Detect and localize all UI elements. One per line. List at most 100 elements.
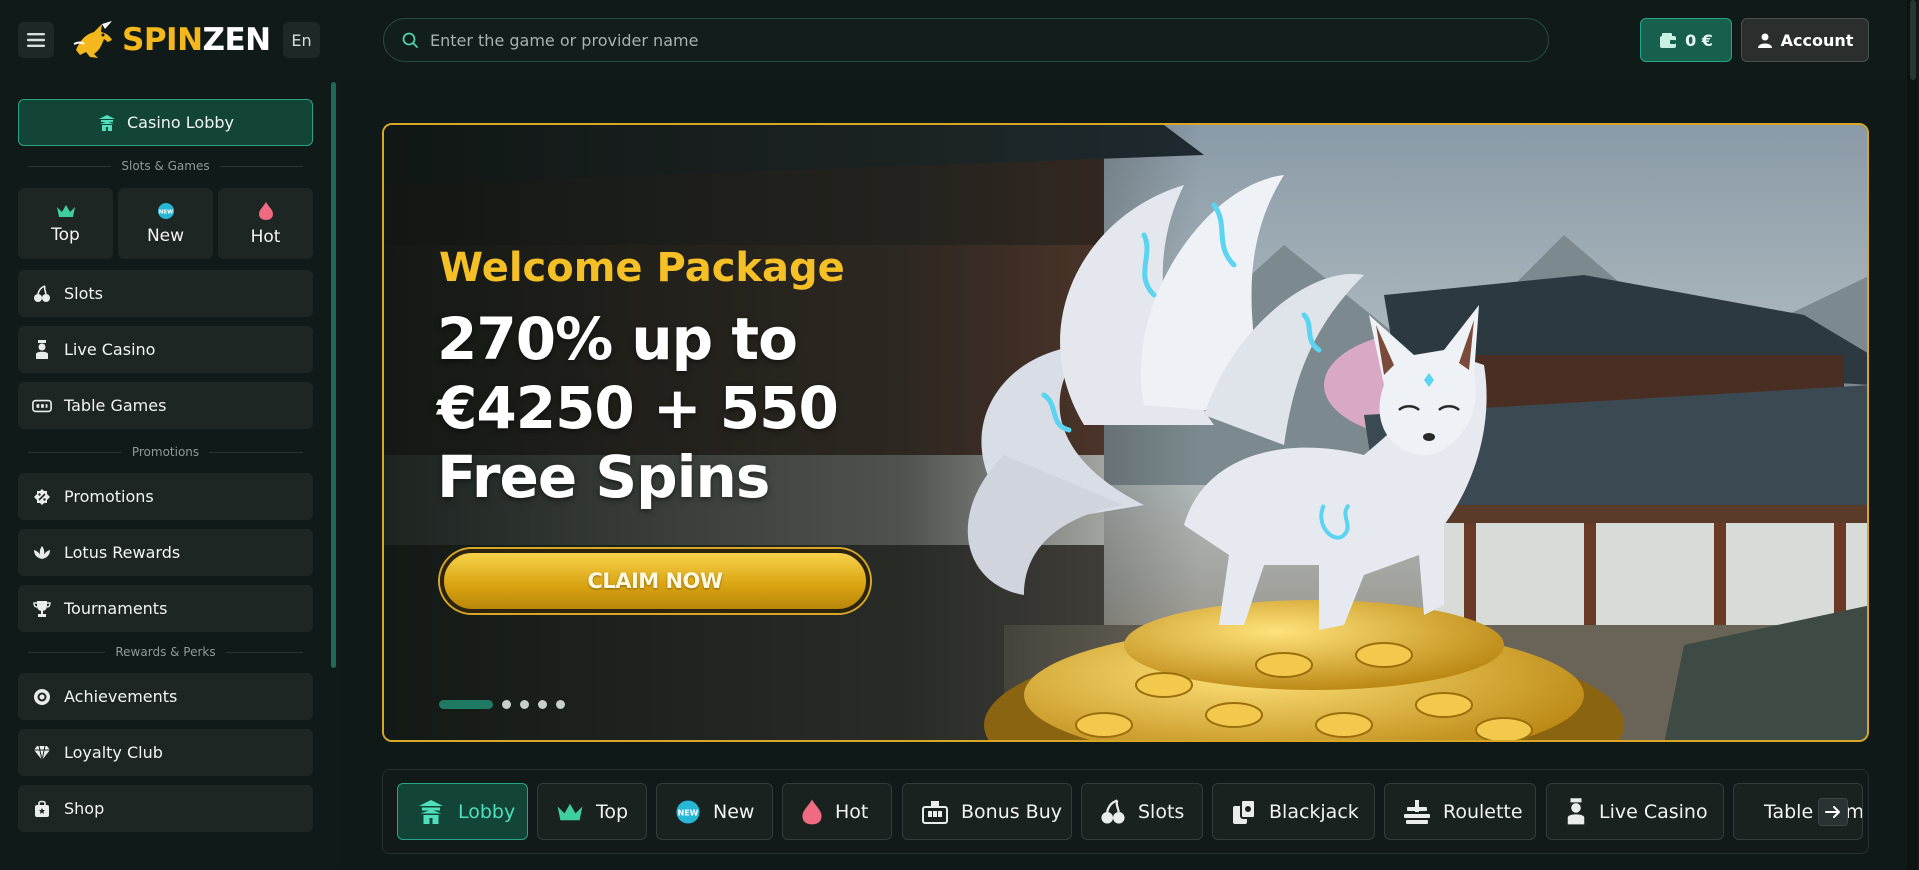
roulette-icon xyxy=(1404,799,1430,824)
search-bar[interactable] xyxy=(383,18,1549,62)
carousel-dot[interactable] xyxy=(520,700,529,709)
page-scrollbar[interactable] xyxy=(1907,0,1917,870)
carousel-dot[interactable] xyxy=(502,700,511,709)
claim-now-button[interactable]: CLAIM NOW xyxy=(440,549,870,613)
headline-line: 270% up to xyxy=(437,305,798,373)
section-divider-promotions: Promotions xyxy=(28,445,303,459)
sidebar-item-lotus-rewards[interactable]: Lotus Rewards xyxy=(18,529,313,576)
pagoda-icon xyxy=(419,799,443,824)
cherries-icon xyxy=(1101,798,1125,824)
svg-text:NEW: NEW xyxy=(678,808,699,817)
sidebar-item-promotions[interactable]: Promotions xyxy=(18,473,313,520)
sidebar-item-tournaments[interactable]: Tournaments xyxy=(18,585,313,632)
category-bar: Lobby Top NEW New Hot Bonus Buy Slots Bl… xyxy=(382,769,1869,854)
hamburger-icon xyxy=(27,33,45,47)
scroll-right-button[interactable] xyxy=(1818,798,1848,826)
category-label: Top xyxy=(596,800,629,823)
category-hot[interactable]: Hot xyxy=(782,783,892,840)
sidebar-item-label: Casino Lobby xyxy=(127,113,234,132)
section-label: Rewards & Perks xyxy=(115,645,216,659)
shop-bag-icon xyxy=(35,800,49,817)
sidebar-item-table-games[interactable]: Table Games xyxy=(18,382,313,429)
category-top[interactable]: Top xyxy=(537,783,647,840)
sidebar-item-label: Achievements xyxy=(64,687,178,706)
new-badge-icon: NEW xyxy=(676,799,700,824)
banner-subtitle: Welcome Package xyxy=(439,245,845,291)
fire-icon xyxy=(258,201,273,220)
category-slots[interactable]: Slots xyxy=(1081,783,1203,840)
logo[interactable]: SPINZEN xyxy=(72,20,271,60)
sidebar-item-live-casino[interactable]: Live Casino xyxy=(18,326,313,373)
headline-line: €4250 + 550 xyxy=(437,374,839,442)
balance-amount: 0 € xyxy=(1685,30,1713,50)
sidebar-item-label: Loyalty Club xyxy=(64,743,163,762)
category-new[interactable]: NEW New xyxy=(656,783,773,840)
tile-label: New xyxy=(146,225,185,246)
language-selector[interactable]: En xyxy=(283,22,320,58)
search-input[interactable] xyxy=(430,30,1510,50)
carousel-dots xyxy=(439,700,565,709)
crown-icon xyxy=(56,204,75,217)
arrow-right-icon xyxy=(1825,806,1840,818)
sidebar-tile-top[interactable]: Top xyxy=(18,188,113,259)
cards-icon xyxy=(1233,798,1256,824)
dealer-icon xyxy=(1567,797,1585,824)
search-icon xyxy=(402,32,418,48)
medal-icon xyxy=(34,688,50,705)
section-divider-slots: Slots & Games xyxy=(28,159,303,173)
svg-text:NEW: NEW xyxy=(158,209,172,215)
sidebar-tile-new[interactable]: NEW New xyxy=(118,188,213,259)
category-label: New xyxy=(713,800,755,823)
category-lobby[interactable]: Lobby xyxy=(397,783,528,840)
lotus-icon xyxy=(34,545,50,559)
section-label: Promotions xyxy=(131,445,200,459)
diamond-icon xyxy=(34,745,50,760)
sidebar-scrollbar[interactable] xyxy=(331,82,336,668)
account-button[interactable]: Account xyxy=(1741,18,1869,62)
sidebar-item-label: Tournaments xyxy=(64,599,168,618)
balance-button[interactable]: 0 € xyxy=(1640,18,1732,62)
menu-button[interactable] xyxy=(18,22,54,58)
carousel-dot[interactable] xyxy=(556,700,565,709)
sidebar-item-loyalty-club[interactable]: Loyalty Club xyxy=(18,729,313,776)
crown-icon xyxy=(557,803,583,820)
pagoda-icon xyxy=(99,114,115,131)
banner-headline: 270% up to €4250 + 550 Free Spins xyxy=(437,305,857,512)
logo-text-spin: SPIN xyxy=(122,22,203,58)
logo-text-zen: ZEN xyxy=(202,22,272,58)
trophy-icon xyxy=(33,600,51,617)
wallet-icon xyxy=(1660,33,1677,48)
category-label: Bonus Buy xyxy=(961,800,1063,823)
category-label: Blackjack xyxy=(1269,800,1359,823)
tile-label: Top xyxy=(51,224,80,245)
fire-icon xyxy=(802,799,822,824)
category-label: Live Casino xyxy=(1599,800,1708,823)
sidebar-item-label: Live Casino xyxy=(64,340,156,359)
sidebar-tile-hot[interactable]: Hot xyxy=(218,188,313,259)
category-roulette[interactable]: Roulette xyxy=(1384,783,1536,840)
sidebar-item-label: Slots xyxy=(64,284,103,303)
top-header: SPINZEN En 0 € Account xyxy=(0,0,1919,80)
promo-banner[interactable]: Welcome Package 270% up to €4250 + 550 F… xyxy=(382,123,1869,742)
sidebar-item-shop[interactable]: Shop xyxy=(18,785,313,832)
dealer-icon xyxy=(36,339,48,359)
page-scrollbar-thumb[interactable] xyxy=(1910,0,1916,80)
category-label: Table Games xyxy=(1764,800,1862,823)
sidebar-item-casino-lobby[interactable]: Casino Lobby xyxy=(18,99,313,146)
table-icon xyxy=(32,399,52,412)
percent-icon xyxy=(34,488,50,505)
category-bonus-buy[interactable]: Bonus Buy xyxy=(902,783,1072,840)
sidebar-item-achievements[interactable]: Achievements xyxy=(18,673,313,720)
sidebar-item-slots[interactable]: Slots xyxy=(18,270,313,317)
section-divider-rewards: Rewards & Perks xyxy=(28,645,304,659)
category-live-casino[interactable]: Live Casino xyxy=(1546,783,1724,840)
section-label: Slots & Games xyxy=(121,159,210,173)
carousel-dot-active[interactable] xyxy=(439,700,493,709)
category-blackjack[interactable]: Blackjack xyxy=(1212,783,1375,840)
sidebar-item-label: Promotions xyxy=(64,487,154,506)
category-label: Lobby xyxy=(458,800,516,823)
carousel-dot[interactable] xyxy=(538,700,547,709)
category-label: Slots xyxy=(1138,800,1185,823)
headline-line: Free Spins xyxy=(437,443,770,511)
bonus-buy-icon xyxy=(922,800,948,824)
